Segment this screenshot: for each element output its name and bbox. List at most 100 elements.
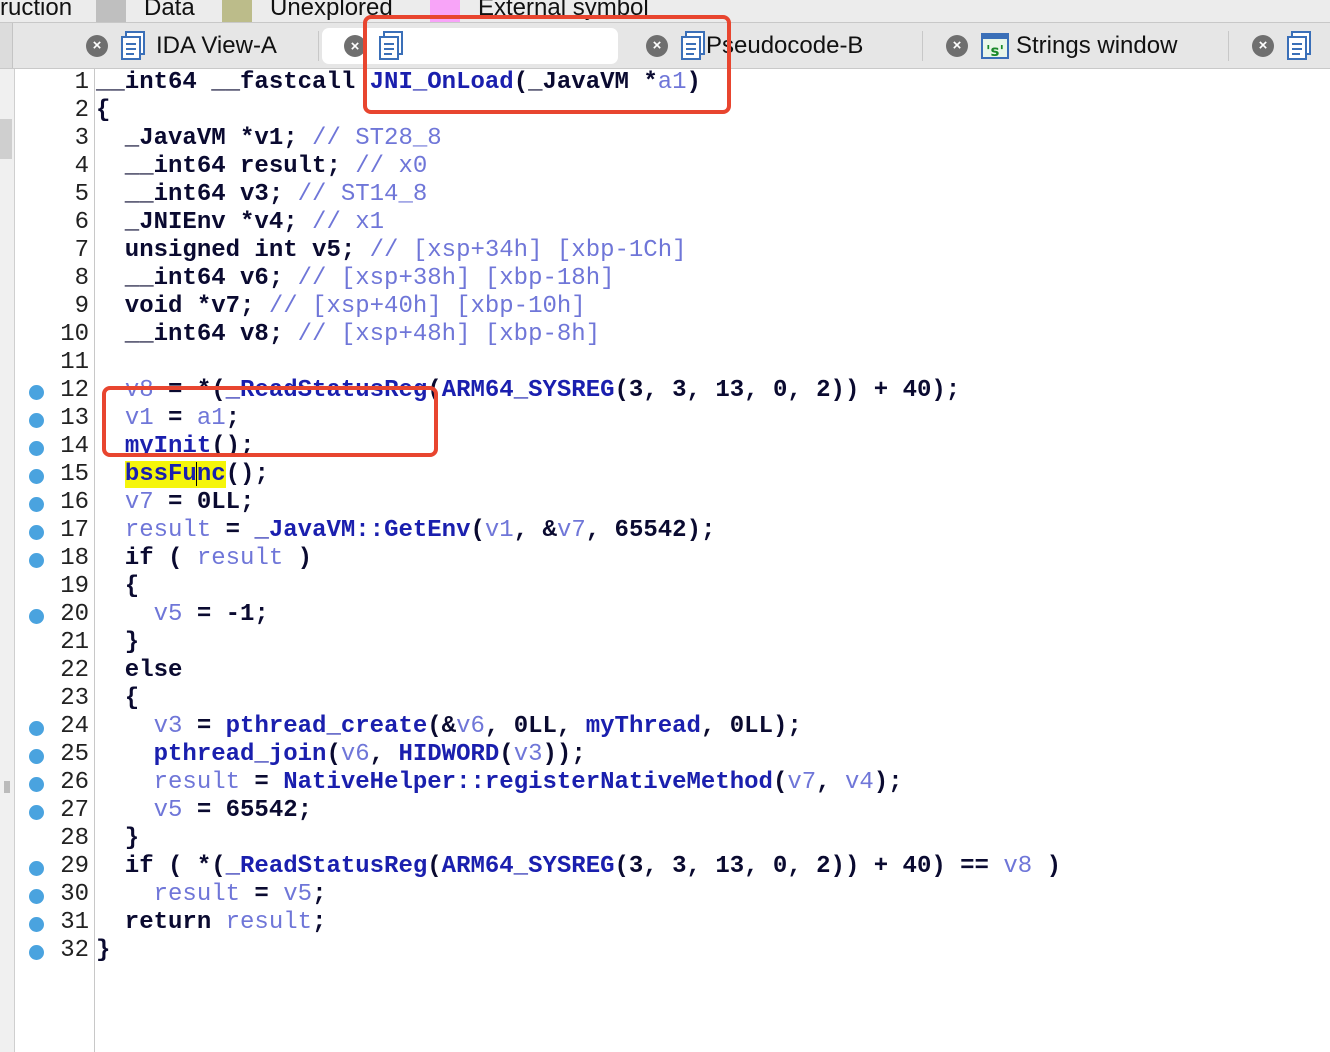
code-line[interactable]: 10 __int64 v8; // [xsp+48h] [xbp-8h]: [0, 321, 1330, 349]
code-token-fn[interactable]: pthread_join: [154, 741, 327, 768]
code-token-fn[interactable]: ARM64_SYSREG: [442, 853, 615, 880]
code-text[interactable]: pthread_join(v6, HIDWORD(v3));: [96, 741, 586, 769]
code-line[interactable]: 7 unsigned int v5; // [xsp+34h] [xbp-1Ch…: [0, 237, 1330, 265]
breakpoint-dot-icon[interactable]: [29, 497, 44, 512]
code-token-var[interactable]: v6: [456, 713, 485, 740]
breakpoint-dot-icon[interactable]: [29, 413, 44, 428]
code-token-fn[interactable]: HIDWORD: [398, 741, 499, 768]
breakpoint-dot-icon[interactable]: [29, 749, 44, 764]
code-token-var[interactable]: v5: [283, 881, 312, 908]
code-line[interactable]: 29 if ( *(_ReadStatusReg(ARM64_SYSREG(3,…: [0, 853, 1330, 881]
code-token-var[interactable]: v8: [1003, 853, 1032, 880]
code-text[interactable]: if ( result ): [96, 545, 312, 573]
code-line[interactable]: 8 __int64 v6; // [xsp+38h] [xbp-18h]: [0, 265, 1330, 293]
code-text[interactable]: }: [96, 825, 139, 853]
code-text[interactable]: v7 = 0LL;: [96, 489, 255, 517]
tab-overflow[interactable]: ×: [1252, 23, 1322, 68]
breakpoint-dot-icon[interactable]: [29, 917, 44, 932]
code-text[interactable]: }: [96, 937, 110, 965]
code-token-hl[interactable]: bssFu: [124, 461, 197, 488]
code-line[interactable]: 30 result = v5;: [0, 881, 1330, 909]
code-line[interactable]: 17 result = _JavaVM::GetEnv(v1, &v7, 655…: [0, 517, 1330, 545]
code-line[interactable]: 20 v5 = -1;: [0, 601, 1330, 629]
breakpoint-dot-icon[interactable]: [29, 525, 44, 540]
code-line[interactable]: 26 result = NativeHelper::registerNative…: [0, 769, 1330, 797]
breakpoint-dot-icon[interactable]: [29, 469, 44, 484]
breakpoint-dot-icon[interactable]: [29, 889, 44, 904]
code-line[interactable]: 11: [0, 349, 1330, 377]
code-token-var[interactable]: v5: [154, 797, 183, 824]
code-text[interactable]: _JavaVM *v1; // ST28_8: [96, 125, 442, 153]
code-token-var[interactable]: v1: [485, 517, 514, 544]
code-token-var[interactable]: result: [125, 517, 211, 544]
code-text[interactable]: result = v5;: [96, 881, 327, 909]
code-line[interactable]: 16 v7 = 0LL;: [0, 489, 1330, 517]
code-text[interactable]: else: [96, 657, 183, 685]
tab-strings-window[interactable]: × 's' Strings window: [946, 23, 1177, 68]
code-token-var[interactable]: v3: [514, 741, 543, 768]
code-line[interactable]: 24 v3 = pthread_create(&v6, 0LL, myThrea…: [0, 713, 1330, 741]
tabbar-scroll-left[interactable]: [0, 23, 13, 68]
code-token-var[interactable]: v3: [154, 713, 183, 740]
code-text[interactable]: void *v7; // [xsp+40h] [xbp-10h]: [96, 293, 586, 321]
code-text[interactable]: __int64 v6; // [xsp+38h] [xbp-18h]: [96, 265, 615, 293]
code-line[interactable]: 28 }: [0, 825, 1330, 853]
code-line[interactable]: 15 bssFunc();: [0, 461, 1330, 489]
code-text[interactable]: v5 = 65542;: [96, 797, 312, 825]
tab-ida-view-a[interactable]: × IDA View-A: [86, 23, 277, 68]
code-line[interactable]: 6 _JNIEnv *v4; // x1: [0, 209, 1330, 237]
close-icon[interactable]: ×: [1252, 34, 1274, 57]
code-line[interactable]: 21 }: [0, 629, 1330, 657]
code-token-var[interactable]: v4: [845, 769, 874, 796]
breakpoint-dot-icon[interactable]: [29, 805, 44, 820]
code-line[interactable]: 32}: [0, 937, 1330, 965]
code-text[interactable]: if ( *(_ReadStatusReg(ARM64_SYSREG(3, 3,…: [96, 853, 1061, 881]
code-token-fn[interactable]: myThread: [586, 713, 701, 740]
code-text[interactable]: __int64 v8; // [xsp+48h] [xbp-8h]: [96, 321, 600, 349]
code-text[interactable]: }: [96, 629, 139, 657]
breakpoint-dot-icon[interactable]: [29, 385, 44, 400]
close-icon[interactable]: ×: [946, 34, 968, 57]
code-line[interactable]: 3 _JavaVM *v1; // ST28_8: [0, 125, 1330, 153]
code-text[interactable]: v5 = -1;: [96, 601, 269, 629]
code-line[interactable]: 31 return result;: [0, 909, 1330, 937]
breakpoint-dot-icon[interactable]: [29, 553, 44, 568]
code-token-var[interactable]: result: [197, 545, 283, 572]
code-token-fn[interactable]: ARM64_SYSREG: [442, 377, 615, 404]
code-line[interactable]: 4 __int64 result; // x0: [0, 153, 1330, 181]
code-text[interactable]: return result;: [96, 909, 327, 937]
code-token-var[interactable]: v7: [787, 769, 816, 796]
code-token-var[interactable]: v7: [125, 489, 154, 516]
code-line[interactable]: 19 {: [0, 573, 1330, 601]
code-text[interactable]: result = _JavaVM::GetEnv(v1, &v7, 65542)…: [96, 517, 716, 545]
code-text[interactable]: {: [96, 573, 139, 601]
breakpoint-dot-icon[interactable]: [29, 945, 44, 960]
breakpoint-dot-icon[interactable]: [29, 609, 44, 624]
code-text[interactable]: result = NativeHelper::registerNativeMet…: [96, 769, 903, 797]
code-line[interactable]: 23 {: [0, 685, 1330, 713]
code-text[interactable]: {: [96, 97, 110, 125]
code-token-var[interactable]: result: [154, 769, 240, 796]
code-line[interactable]: 5 __int64 v3; // ST14_8: [0, 181, 1330, 209]
code-text[interactable]: v3 = pthread_create(&v6, 0LL, myThread, …: [96, 713, 802, 741]
code-token-var[interactable]: v6: [341, 741, 370, 768]
code-token-hl[interactable]: nc: [196, 461, 226, 488]
code-text[interactable]: unsigned int v5; // [xsp+34h] [xbp-1Ch]: [96, 237, 687, 265]
code-token-fn[interactable]: _JavaVM::GetEnv: [254, 517, 470, 544]
code-line[interactable]: 22 else: [0, 657, 1330, 685]
code-line[interactable]: 27 v5 = 65542;: [0, 797, 1330, 825]
code-token-fn[interactable]: _ReadStatusReg: [226, 853, 428, 880]
breakpoint-dot-icon[interactable]: [29, 721, 44, 736]
code-text[interactable]: __int64 v3; // ST14_8: [96, 181, 427, 209]
close-icon[interactable]: ×: [86, 34, 108, 57]
code-text[interactable]: _JNIEnv *v4; // x1: [96, 209, 384, 237]
code-line[interactable]: 18 if ( result ): [0, 545, 1330, 573]
breakpoint-dot-icon[interactable]: [29, 861, 44, 876]
code-token-var[interactable]: v5: [154, 601, 183, 628]
code-token-fn[interactable]: NativeHelper::registerNativeMethod: [283, 769, 773, 796]
code-token-fn[interactable]: pthread_create: [226, 713, 428, 740]
code-token-var[interactable]: result: [154, 881, 240, 908]
code-line[interactable]: 9 void *v7; // [xsp+40h] [xbp-10h]: [0, 293, 1330, 321]
code-token-var[interactable]: v7: [557, 517, 586, 544]
code-text[interactable]: __int64 result; // x0: [96, 153, 427, 181]
